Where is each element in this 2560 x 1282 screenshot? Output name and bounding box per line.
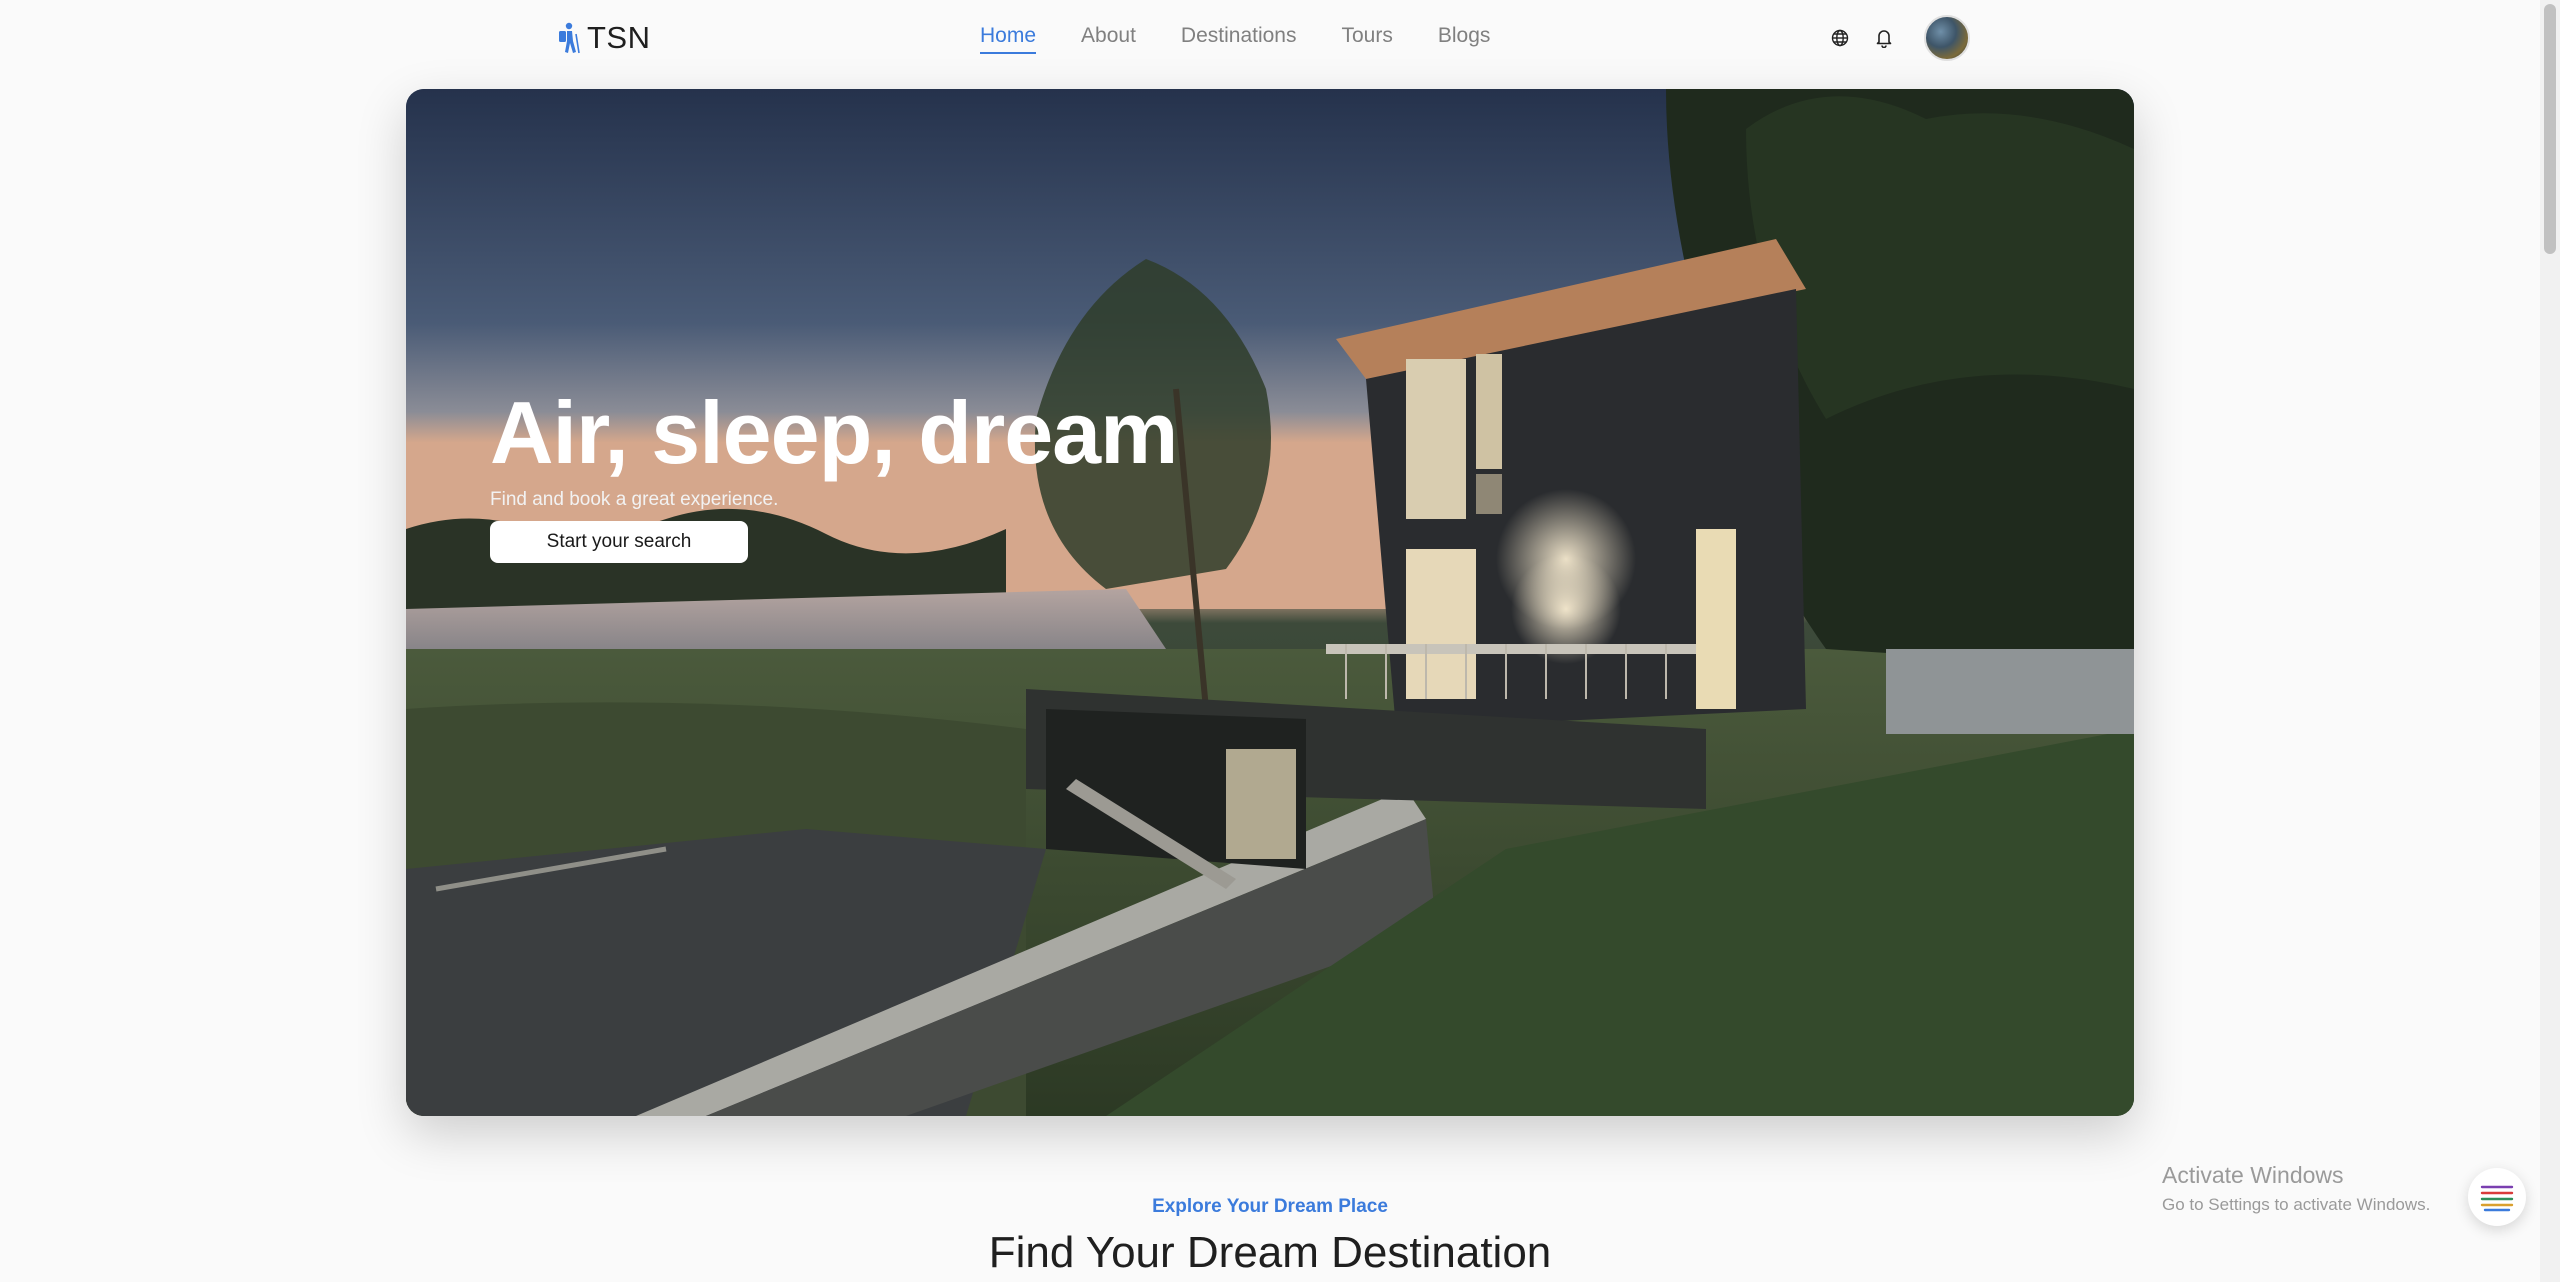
- hero-content: Air, sleep, dream Find and book a great …: [490, 383, 1178, 563]
- globe-icon[interactable]: [1828, 26, 1852, 50]
- header-actions: [1828, 15, 1970, 61]
- menu-lines-icon: [2480, 1185, 2514, 1212]
- user-avatar[interactable]: [1924, 15, 1970, 61]
- scrollbar-thumb[interactable]: [2544, 4, 2556, 254]
- watermark-title: Activate Windows: [2162, 1162, 2344, 1188]
- page: TSN Home About Destinations Tours Blogs: [0, 0, 2560, 1282]
- main-nav: Home About Destinations Tours Blogs: [980, 24, 1490, 54]
- floating-menu-button[interactable]: [2468, 1168, 2526, 1226]
- nav-blogs[interactable]: Blogs: [1438, 24, 1491, 54]
- brand-logo[interactable]: TSN: [555, 20, 651, 56]
- section-kicker: Explore Your Dream Place: [1152, 1196, 1388, 1217]
- hero-house-image: [406, 89, 2134, 1116]
- logo-text: TSN: [587, 20, 651, 55]
- hero-banner: Air, sleep, dream Find and book a great …: [406, 89, 2134, 1116]
- hero-title: Air, sleep, dream: [490, 383, 1178, 482]
- hiker-logo-icon: [559, 22, 580, 54]
- top-header: TSN Home About Destinations Tours Blogs: [0, 0, 2540, 80]
- nav-destinations[interactable]: Destinations: [1181, 24, 1297, 54]
- section-title: Find Your Dream Destination: [988, 1228, 1552, 1277]
- windows-activation-watermark: Activate Windows Go to Settings to activ…: [2162, 1162, 2430, 1215]
- watermark-subtitle: Go to Settings to activate Windows.: [2162, 1195, 2431, 1214]
- hero-subtitle: Find and book a great experience.: [490, 489, 779, 510]
- start-search-button[interactable]: Start your search: [490, 521, 748, 563]
- page-scrollbar[interactable]: [2540, 0, 2560, 1282]
- nav-home[interactable]: Home: [980, 24, 1037, 54]
- nav-about[interactable]: About: [1081, 24, 1136, 54]
- nav-tours[interactable]: Tours: [1341, 24, 1392, 54]
- bell-icon[interactable]: [1872, 26, 1896, 50]
